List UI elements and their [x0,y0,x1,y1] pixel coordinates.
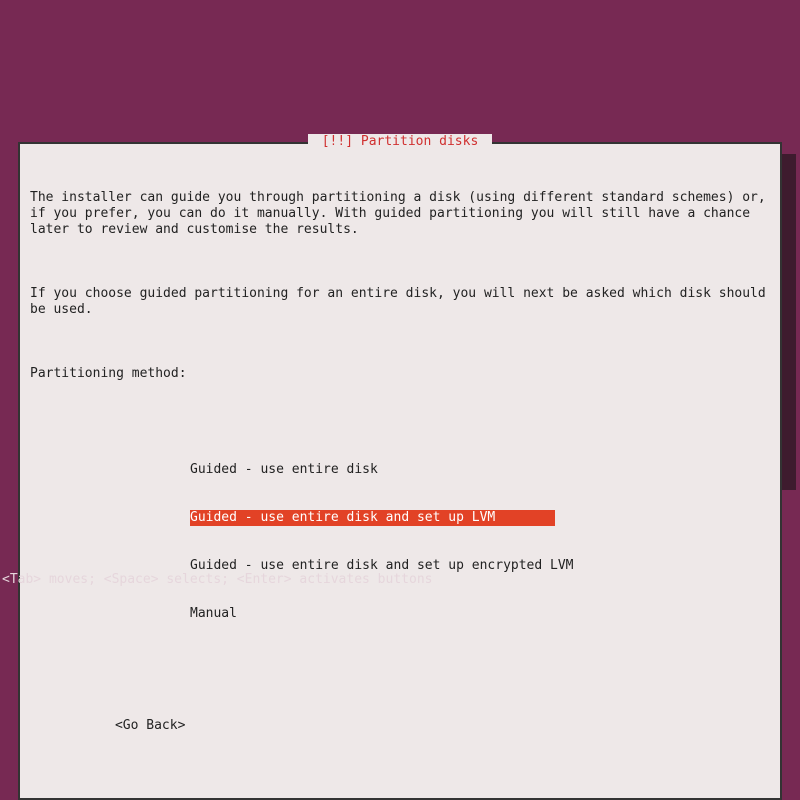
dialog-content: The installer can guide you through part… [20,144,780,798]
option-manual[interactable]: Manual [190,606,770,622]
dialog-title-wrap: [!!] Partition disks [20,134,780,150]
partitioning-method-prompt: Partitioning method: [30,366,770,382]
dialog-paragraph-1: The installer can guide you through part… [30,190,770,238]
partitioning-options-list: Guided - use entire disk Guided - use en… [190,430,770,654]
go-back-button[interactable]: <Go Back> [115,718,185,733]
dialog-paragraph-2: If you choose guided partitioning for an… [30,286,770,318]
option-guided-entire-disk[interactable]: Guided - use entire disk [190,462,770,478]
go-back-wrap: <Go Back> [68,702,770,750]
partition-dialog: [!!] Partition disks The installer can g… [18,142,782,800]
status-bar: <Tab> moves; <Space> selects; <Enter> ac… [0,572,432,588]
option-guided-lvm[interactable]: Guided - use entire disk and set up LVM [190,510,555,526]
dialog-title: [!!] Partition disks [308,134,492,150]
